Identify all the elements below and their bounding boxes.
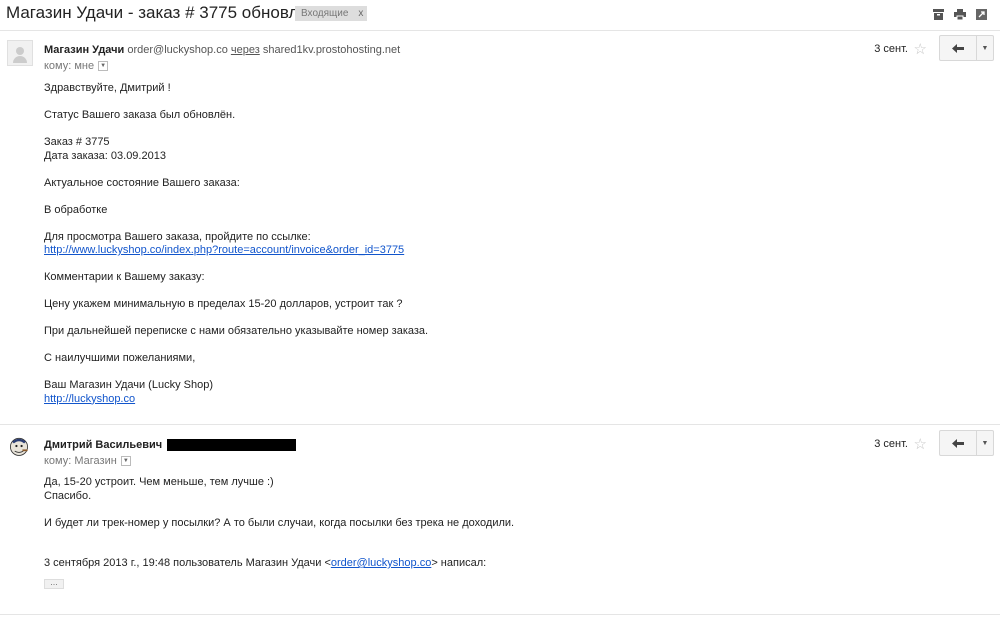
message-date[interactable]: 3 сент.	[874, 438, 908, 450]
details-dropdown-icon[interactable]: ▼	[98, 61, 109, 71]
new-window-icon[interactable]	[976, 9, 987, 20]
signature-text: Ваш Магазин Удачи (Lucky Shop)	[44, 379, 213, 391]
quote-email-link[interactable]: order@luckyshop.co	[331, 557, 431, 569]
current-state-label: Актуальное состояние Вашего заказа:	[44, 176, 240, 189]
greeting: Здравствуйте, Дмитрий !	[44, 82, 171, 94]
inbox-label-chip[interactable]: Входящие x	[295, 6, 368, 21]
remove-label-button[interactable]: x	[358, 8, 363, 19]
recipient-line: кому: Магазин ▼	[44, 455, 131, 467]
sender-name[interactable]: Дмитрий Васильевич	[44, 439, 162, 451]
quote-header: 3 сентября 2013 г., 19:48 пользователь М…	[44, 557, 514, 571]
view-order-text: Для просмотра Вашего заказа, пройдите по…	[44, 230, 311, 243]
message-body: Да, 15-20 устроит. Чем меньше, тем лучше…	[44, 476, 514, 589]
message-divider	[0, 424, 1000, 425]
show-trimmed-content-button[interactable]: ...	[44, 577, 64, 589]
thread-subject: Магазин Удачи - заказ # 3775 обновлен	[6, 3, 318, 22]
order-date: Дата заказа: 03.09.2013	[44, 149, 166, 162]
order-number: Заказ # 3775	[44, 136, 110, 148]
sender-avatar	[7, 434, 31, 458]
inbox-label-text: Входящие	[301, 8, 349, 19]
sender-email: order@luckyshop.co	[127, 44, 228, 56]
reply-button[interactable]	[939, 35, 977, 61]
sender-name[interactable]: Магазин Удачи	[44, 44, 124, 56]
message-sender: Дмитрий Васильевич	[44, 439, 297, 452]
reply-line-1: Да, 15-20 устроит. Чем меньше, тем лучше…	[44, 476, 274, 488]
message-sender: Магазин Удачи order@luckyshop.co через s…	[44, 44, 400, 56]
more-button[interactable]: ▼	[977, 430, 994, 456]
quote-suffix: > написал:	[431, 557, 487, 569]
comment-text: Цену укажем минимальную в пределах 15-20…	[44, 298, 403, 310]
reply-button[interactable]	[939, 430, 977, 456]
current-state: В обработке	[44, 203, 108, 216]
reply-icon	[952, 43, 964, 53]
via-host: shared1kv.prostohosting.net	[262, 44, 401, 56]
note-text: При дальнейшей переписке с нами обязател…	[44, 325, 429, 337]
invoice-link[interactable]: http://www.luckyshop.co/index.php?route=…	[44, 244, 404, 256]
details-dropdown-icon[interactable]: ▼	[120, 456, 131, 466]
via-link[interactable]: через	[231, 44, 260, 56]
sender-avatar	[7, 40, 33, 66]
regards-text: С наилучшими пожеланиями,	[44, 352, 196, 364]
message-actions: ▼	[939, 430, 994, 456]
message-2: Дмитрий Васильевич кому: Магазин ▼ 3 сен…	[0, 427, 1000, 612]
star-icon[interactable]: ☆	[914, 435, 927, 453]
message-actions: ▼	[939, 35, 994, 61]
reply-icon	[952, 438, 964, 448]
star-icon[interactable]: ☆	[914, 40, 927, 58]
more-button[interactable]: ▼	[977, 35, 994, 61]
status-text: Статус Вашего заказа был обновлён.	[44, 109, 236, 121]
recipient-label: кому: мне	[44, 60, 95, 72]
print-icon[interactable]	[954, 9, 966, 20]
thread-header: Магазин Удачи - заказ # 3775 обновлен Вх…	[0, 0, 1000, 30]
bottom-divider	[0, 614, 1000, 615]
recipient-label: кому: Магазин	[44, 455, 117, 467]
reply-line-3: И будет ли трек-номер у посылки? А то бы…	[44, 516, 515, 529]
message-1: Магазин Удачи order@luckyshop.co через s…	[0, 32, 1000, 422]
thread-toolbar	[933, 9, 987, 20]
archive-icon[interactable]	[933, 9, 944, 20]
quote-prefix: 3 сентября 2013 г., 19:48 пользователь М…	[44, 557, 331, 569]
reply-line-2: Спасибо.	[44, 489, 92, 502]
message-body: Здравствуйте, Дмитрий ! Статус Вашего за…	[44, 82, 428, 406]
comments-label: Комментарии к Вашему заказу:	[44, 271, 205, 283]
message-date[interactable]: 3 сент.	[874, 43, 908, 55]
redacted-email	[167, 439, 297, 452]
site-link[interactable]: http://luckyshop.co	[44, 393, 135, 405]
recipient-line: кому: мне ▼	[44, 60, 109, 72]
header-divider	[0, 30, 1000, 31]
